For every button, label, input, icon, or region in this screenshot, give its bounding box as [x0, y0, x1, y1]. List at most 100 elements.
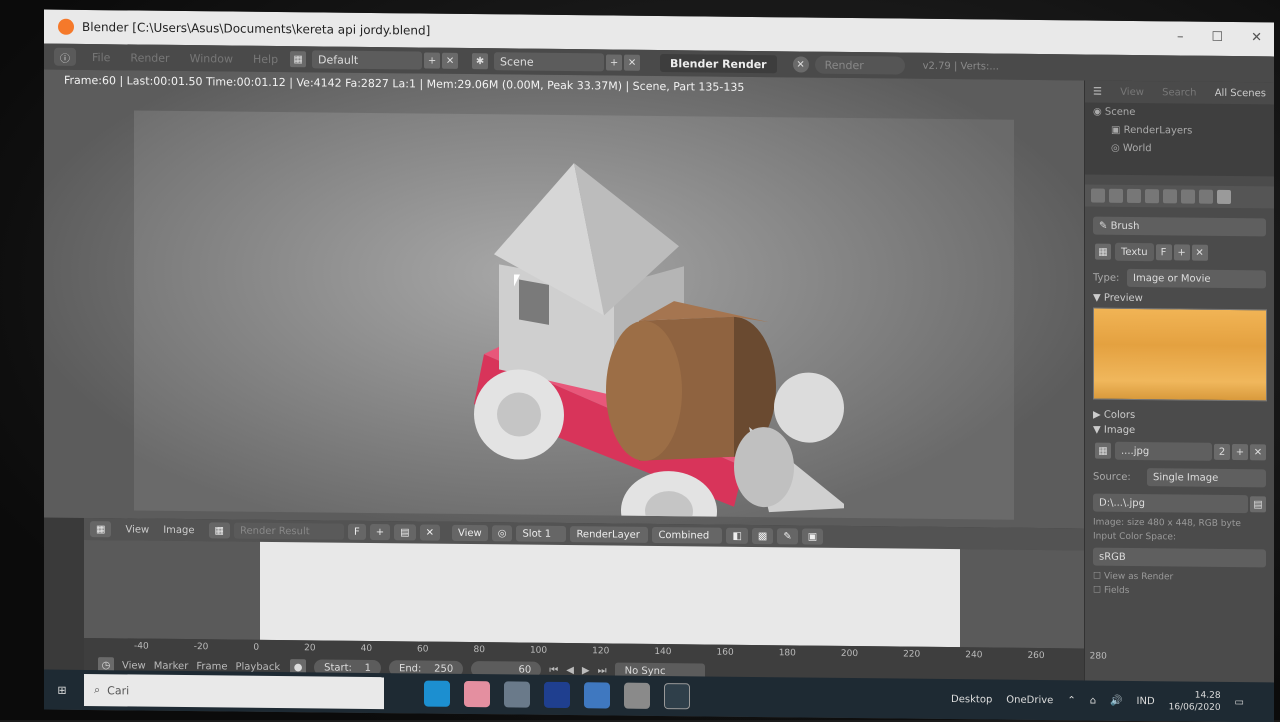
onedrive-toolbar[interactable]: OneDrive — [1006, 694, 1053, 705]
outliner: ☰ View Search All Scenes ◉ Scene ▣ Rende… — [1085, 80, 1274, 177]
outliner-display-select[interactable]: All Scenes — [1215, 87, 1266, 99]
filepath-row: D:\...\.jpg ▤ — [1093, 492, 1266, 516]
editor-type-info-icon[interactable]: ⓘ — [54, 47, 76, 66]
view-as-render-checkbox[interactable]: ☐ View as Render — [1093, 572, 1266, 584]
photoshop-icon[interactable] — [544, 681, 570, 709]
edge-icon[interactable] — [424, 680, 450, 707]
ie-mask-icon[interactable]: ▣ — [801, 528, 824, 545]
outliner-item-scene[interactable]: ◉ Scene — [1085, 102, 1274, 122]
tab-object[interactable] — [1163, 189, 1177, 204]
texture-name-field[interactable]: Textu — [1115, 242, 1154, 262]
desktop-toolbar[interactable]: Desktop — [951, 694, 992, 705]
image-browse-icon[interactable]: ▦ — [208, 522, 230, 539]
play-reverse-icon[interactable]: ◀ — [566, 665, 574, 676]
unlink-texture-icon[interactable]: ✕ — [1191, 244, 1208, 261]
taskbar-clock[interactable]: 14.28 16/06/2020 — [1169, 689, 1221, 714]
unlink-image-icon[interactable]: ✕ — [1250, 444, 1266, 461]
tab-scene[interactable] — [1127, 188, 1141, 204]
image-editor-canvas[interactable] — [84, 539, 1084, 649]
ie-browse-icon[interactable]: ▤ — [394, 524, 416, 541]
ie-image-name[interactable]: Render Result — [233, 522, 344, 540]
render-view[interactable]: Frame:60 | Last:00:01.50 Time:00:01.12 |… — [44, 69, 1084, 529]
app-icon[interactable] — [464, 680, 490, 708]
image-editor-type-icon[interactable]: ▦ — [90, 521, 112, 538]
render-engine-select[interactable]: Blender Render — [660, 54, 777, 74]
scene-icon[interactable]: ✱ — [472, 53, 489, 70]
image-source-select[interactable]: Single Image — [1147, 468, 1266, 488]
blender-task-icon[interactable] — [664, 683, 690, 710]
preview-section-header[interactable]: ▼ Preview — [1093, 293, 1266, 306]
texture-fake-user[interactable]: F — [1155, 244, 1172, 261]
outliner-item-world[interactable]: ◎ World — [1085, 138, 1274, 158]
language-indicator[interactable]: IND — [1137, 696, 1155, 707]
outliner-search-menu[interactable]: Search — [1162, 87, 1196, 98]
jump-start-icon[interactable]: ⏮ — [549, 664, 558, 675]
tab-modifiers[interactable] — [1181, 189, 1195, 204]
tab-world[interactable] — [1145, 189, 1159, 204]
brush-select[interactable]: ✎ Brush — [1093, 216, 1266, 237]
cancel-render-icon[interactable]: ✕ — [792, 56, 809, 73]
ie-menu-view[interactable]: View — [125, 524, 149, 535]
remove-scene-icon[interactable]: ✕ — [624, 54, 641, 71]
tab-render[interactable] — [1091, 188, 1105, 203]
jump-end-icon[interactable]: ⏭ — [598, 665, 607, 676]
volume-icon[interactable]: 🔊 — [1110, 695, 1122, 706]
notifications-icon[interactable]: ▭ — [1235, 697, 1244, 708]
ie-checker-icon[interactable]: ▩ — [751, 527, 774, 545]
image-browse-icon[interactable]: ▦ — [1095, 442, 1111, 459]
mail-icon[interactable] — [584, 682, 610, 709]
windows-start-icon[interactable]: ⊞ — [44, 670, 80, 710]
menu-window[interactable]: Window — [190, 52, 233, 65]
ie-unlink-icon[interactable]: ✕ — [419, 524, 440, 541]
menu-file[interactable]: File — [92, 51, 110, 64]
add-layout-icon[interactable]: + — [424, 52, 441, 69]
outliner-item-renderlayers[interactable]: ▣ RenderLayers — [1085, 120, 1274, 140]
color-space-label: Input Color Space: — [1093, 531, 1176, 543]
explorer-icon[interactable] — [624, 682, 650, 709]
close-icon[interactable]: ✕ — [1251, 30, 1262, 45]
image-name-field[interactable]: ....jpg — [1115, 441, 1212, 461]
view-as-render-label: View as Render — [1103, 571, 1174, 583]
outliner-item-label: World — [1122, 142, 1152, 154]
outliner-editor-icon[interactable]: ☰ — [1093, 86, 1102, 97]
add-scene-icon[interactable]: + — [606, 54, 623, 71]
image-filepath-field[interactable]: D:\...\.jpg — [1093, 493, 1248, 514]
ie-menu-image[interactable]: Image — [163, 524, 194, 535]
remove-layout-icon[interactable]: ✕ — [442, 52, 459, 69]
ie-layer-select[interactable]: RenderLayer — [570, 526, 649, 543]
file-browse-icon[interactable]: ▤ — [1250, 496, 1266, 513]
add-texture-icon[interactable]: + — [1173, 244, 1190, 261]
tab-layers[interactable] — [1109, 188, 1123, 203]
outliner-view-menu[interactable]: View — [1120, 86, 1144, 97]
fields-checkbox[interactable]: ☐ Fields — [1093, 586, 1266, 598]
color-space-select[interactable]: sRGB — [1093, 547, 1266, 568]
network-icon[interactable]: ⌂ — [1090, 695, 1096, 706]
ie-draw-channels-icon[interactable]: ◧ — [726, 527, 748, 544]
ie-view-mode-select[interactable]: View — [451, 524, 488, 542]
scene-select[interactable]: Scene — [494, 52, 605, 72]
ie-pivot-icon[interactable]: ◎ — [491, 525, 513, 542]
ie-paint-icon[interactable]: ✎ — [777, 528, 798, 545]
layout-select[interactable]: Default — [312, 50, 423, 70]
ie-pass-select[interactable]: Combined — [652, 526, 723, 544]
ie-fake-user[interactable]: F — [347, 523, 366, 540]
store-icon[interactable] — [504, 681, 530, 708]
menu-render[interactable]: Render — [130, 51, 169, 64]
add-image-icon[interactable]: + — [1232, 444, 1248, 461]
taskbar-search-box[interactable]: ⌕ Cari — [84, 673, 384, 710]
colors-section-header[interactable]: ▶ Colors — [1093, 410, 1266, 423]
tray-chevron-icon[interactable]: ⌃ — [1067, 695, 1075, 706]
ie-slot-select[interactable]: Slot 1 — [516, 525, 567, 543]
minimize-icon[interactable]: – — [1177, 29, 1184, 44]
texture-type-select[interactable]: Image or Movie — [1127, 268, 1266, 289]
ruler-tick: 120 — [592, 646, 610, 657]
image-section-header[interactable]: ▼ Image — [1093, 425, 1266, 438]
tab-texture[interactable] — [1217, 189, 1231, 204]
tab-material[interactable] — [1199, 189, 1213, 204]
layout-grid-icon[interactable]: ▦ — [290, 51, 307, 68]
maximize-icon[interactable]: ☐ — [1211, 30, 1223, 45]
texture-browse-icon[interactable]: ▦ — [1095, 243, 1111, 260]
play-icon[interactable]: ▶ — [582, 665, 590, 676]
ie-add-icon[interactable]: + — [369, 523, 391, 541]
menu-help[interactable]: Help — [253, 52, 278, 65]
